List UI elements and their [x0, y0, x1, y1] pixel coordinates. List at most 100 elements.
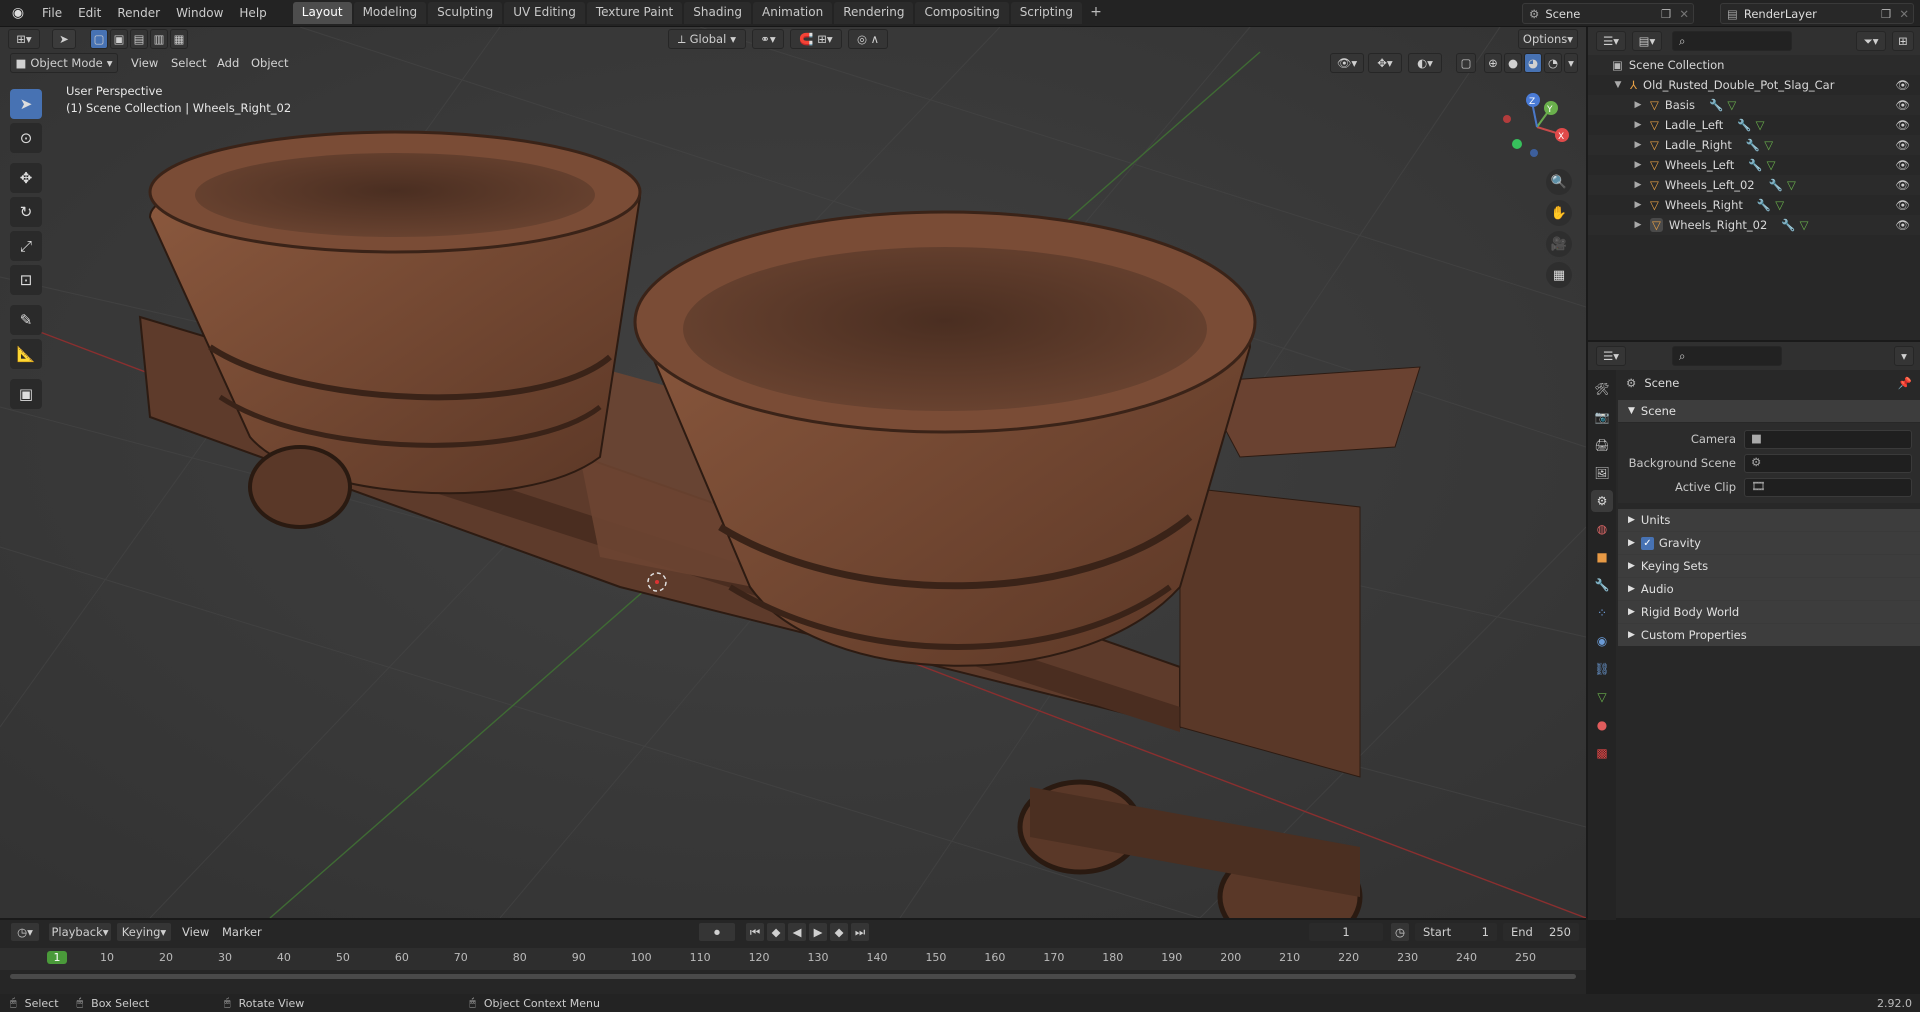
preview-range-icon[interactable]: ◷: [1390, 922, 1410, 942]
xray-toggle-icon[interactable]: ▢: [1456, 53, 1476, 73]
expand-toggle-icon[interactable]: ▶: [1632, 140, 1644, 150]
close-icon[interactable]: ✕: [1675, 7, 1693, 21]
scene-selector[interactable]: ⚙ Scene ❐ ✕: [1522, 3, 1694, 24]
eye-icon[interactable]: 👁: [1895, 138, 1910, 152]
pan-hand-icon[interactable]: ✋: [1546, 200, 1572, 226]
object-tab-icon[interactable]: ■: [1591, 546, 1613, 568]
record-button[interactable]: ⏺: [698, 922, 736, 942]
camera-view-icon[interactable]: 🎥: [1546, 231, 1572, 257]
jump-start-icon[interactable]: ⏮: [745, 922, 765, 942]
timeline-track[interactable]: [0, 970, 1586, 980]
tree-row-child-active[interactable]: ▶ ▽ Wheels_Right_02 🔧 ▽ 👁: [1588, 215, 1920, 235]
measure-tool-icon[interactable]: 📐: [10, 339, 42, 369]
scale-tool-icon[interactable]: ⤢: [10, 231, 42, 261]
modifier-tab-icon[interactable]: 🔧: [1591, 574, 1613, 596]
eye-icon[interactable]: 👁: [1895, 198, 1910, 212]
eye-icon[interactable]: 👁: [1895, 218, 1910, 232]
tab-shading[interactable]: Shading: [684, 2, 751, 24]
blender-logo-icon[interactable]: ◉: [6, 1, 30, 25]
gravity-panel-header[interactable]: ▶ ✓ Gravity: [1618, 532, 1920, 554]
tab-modeling[interactable]: Modeling: [353, 2, 427, 24]
expand-toggle-icon[interactable]: ▶: [1632, 120, 1644, 130]
tab-layout[interactable]: Layout: [292, 2, 352, 24]
menu-object[interactable]: Object: [251, 56, 288, 70]
background-scene-field[interactable]: ⚙: [1744, 453, 1912, 473]
expand-toggle-icon[interactable]: ▼: [1612, 80, 1624, 90]
gizmo-toggle-icon[interactable]: ✥▾: [1368, 53, 1402, 73]
expand-toggle-icon[interactable]: ▶: [1632, 160, 1644, 170]
tree-row-child[interactable]: ▶ ▽ Ladle_Left 🔧 ▽ 👁: [1588, 115, 1920, 135]
current-frame-field[interactable]: 1: [1308, 922, 1384, 942]
zoom-icon[interactable]: 🔍: [1546, 169, 1572, 195]
view-menu[interactable]: View: [182, 925, 209, 939]
pivot-point-icon[interactable]: ⚭▾: [752, 29, 784, 49]
menu-view[interactable]: View: [131, 56, 158, 70]
menu-edit[interactable]: Edit: [70, 3, 109, 23]
menu-help[interactable]: Help: [231, 3, 274, 23]
select-subtract-icon[interactable]: ▤: [130, 29, 148, 49]
tab-animation[interactable]: Animation: [753, 2, 833, 24]
expand-toggle-icon[interactable]: ▶: [1632, 100, 1644, 110]
menu-window[interactable]: Window: [168, 3, 231, 23]
eye-icon[interactable]: 👁: [1895, 178, 1910, 192]
playback-menu[interactable]: Playback ▾: [48, 922, 112, 942]
wireframe-shading-icon[interactable]: ⊕: [1484, 53, 1502, 73]
material-shading-icon[interactable]: ◕: [1524, 53, 1542, 73]
orthographic-toggle-icon[interactable]: ▦: [1546, 262, 1572, 288]
units-panel-header[interactable]: ▶ Units: [1618, 509, 1920, 531]
tree-row-parent[interactable]: ▼ ⅄ Old_Rusted_Double_Pot_Slag_Car 👁: [1588, 75, 1920, 95]
marker-menu[interactable]: Marker: [222, 925, 262, 939]
copy-icon[interactable]: ❐: [1657, 7, 1675, 21]
rotate-tool-icon[interactable]: ↻: [10, 197, 42, 227]
scene-panel-header[interactable]: ▼ Scene: [1618, 400, 1920, 422]
cursor-tool-icon[interactable]: ⊙: [10, 123, 42, 153]
eye-icon[interactable]: 👁: [1895, 78, 1910, 92]
tab-compositing[interactable]: Compositing: [915, 2, 1009, 24]
proportional-edit-icon[interactable]: ◎ ∧: [848, 29, 888, 49]
scene-tab-icon[interactable]: ⚙: [1591, 490, 1613, 512]
expand-toggle-icon[interactable]: ▶: [1632, 200, 1644, 210]
menu-select[interactable]: Select: [171, 56, 206, 70]
play-icon[interactable]: ▶: [808, 922, 828, 942]
tree-row-scene-collection[interactable]: ▣ Scene Collection: [1588, 55, 1920, 75]
custom-properties-panel-header[interactable]: ▶ Custom Properties: [1618, 624, 1920, 646]
tree-row-child[interactable]: ▶ ▽ Wheels_Left_02 🔧 ▽ 👁: [1588, 175, 1920, 195]
view-layer-tab-icon[interactable]: 🖼: [1591, 462, 1613, 484]
frame-ruler[interactable]: 1 10 20 30 40 50 60 70 80 90 100 110 120 130 140 150 160…: [0, 948, 1586, 970]
close-icon[interactable]: ✕: [1895, 7, 1913, 21]
properties-search-input[interactable]: ⌕: [1672, 346, 1782, 366]
menu-add[interactable]: Add: [217, 56, 239, 70]
next-keyframe-icon[interactable]: ◆: [829, 922, 849, 942]
camera-field[interactable]: ■: [1744, 429, 1912, 449]
tool-tab-icon[interactable]: 🛠: [1591, 378, 1613, 400]
chevron-down-icon[interactable]: ▾: [1894, 346, 1914, 366]
particles-tab-icon[interactable]: ⁘: [1591, 602, 1613, 624]
render-tab-icon[interactable]: 📷: [1591, 406, 1613, 428]
menu-render[interactable]: Render: [109, 3, 168, 23]
material-tab-icon[interactable]: ●: [1591, 714, 1613, 736]
eye-icon[interactable]: 👁: [1895, 158, 1910, 172]
current-frame-marker[interactable]: 1: [47, 951, 67, 964]
editor-type-icon[interactable]: ☰▾: [1596, 31, 1626, 51]
select-new-icon[interactable]: ▢: [90, 29, 108, 49]
snap-toggle-icon[interactable]: 🧲 ⊞▾: [790, 29, 842, 49]
new-collection-icon[interactable]: ⊞: [1892, 31, 1914, 51]
keying-menu[interactable]: Keying ▾: [116, 922, 172, 942]
outliner-search-input[interactable]: ⌕: [1672, 31, 1792, 51]
solid-shading-icon[interactable]: ●: [1504, 53, 1522, 73]
constraints-tab-icon[interactable]: ⛓: [1591, 658, 1613, 680]
shading-options-icon[interactable]: ▾: [1564, 53, 1578, 73]
eye-icon[interactable]: 👁: [1895, 98, 1910, 112]
physics-tab-icon[interactable]: ◉: [1591, 630, 1613, 652]
end-frame-field[interactable]: End 250: [1502, 922, 1580, 942]
select-intersect-icon[interactable]: ▦: [170, 29, 188, 49]
timeline-scrollbar[interactable]: [10, 974, 1576, 979]
tree-row-child[interactable]: ▶ ▽ Ladle_Right 🔧 ▽ 👁: [1588, 135, 1920, 155]
tab-uv-editing[interactable]: UV Editing: [504, 2, 585, 24]
rigid-body-world-panel-header[interactable]: ▶ Rigid Body World: [1618, 601, 1920, 623]
mode-dropdown[interactable]: ■ Object Mode ▾: [10, 53, 118, 73]
editor-type-icon[interactable]: ◷▾: [10, 922, 40, 942]
tree-row-child[interactable]: ▶ ▽ Basis 🔧 ▽ 👁: [1588, 95, 1920, 115]
jump-end-icon[interactable]: ⏭: [850, 922, 870, 942]
overlay-toggle-icon[interactable]: ◐▾: [1408, 53, 1442, 73]
